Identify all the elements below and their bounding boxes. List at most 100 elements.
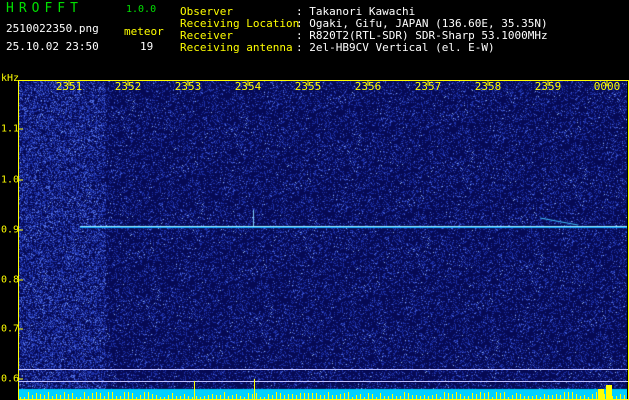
level-bar: [120, 396, 121, 399]
level-bar: [204, 396, 205, 399]
level-bar: [580, 396, 581, 399]
level-bar: [144, 392, 145, 399]
x-tick-label: 2355: [294, 80, 322, 93]
level-bar: [308, 393, 309, 399]
level-bar: [444, 392, 445, 399]
level-bar: [92, 393, 93, 399]
level-bar: [264, 397, 265, 399]
level-bar: [200, 397, 201, 399]
hrofft-window: HROFFT 1.0.0 2510022350.png 25.10.02 23:…: [0, 0, 629, 400]
level-bar: [32, 395, 33, 399]
level-bar: [124, 392, 125, 399]
level-bar: [304, 393, 305, 399]
level-bar: [598, 389, 604, 399]
level-bar: [220, 395, 221, 399]
level-bar: [28, 392, 29, 399]
level-bar: [488, 392, 489, 399]
level-bar: [24, 397, 25, 399]
level-bar: [320, 395, 321, 399]
level-bar: [376, 397, 377, 399]
level-bar: [428, 396, 429, 399]
level-bar: [128, 392, 129, 399]
level-bar: [288, 394, 289, 399]
level-bar: [160, 397, 161, 399]
level-bar: [300, 393, 301, 399]
level-bar: [212, 394, 213, 399]
level-bar: [196, 396, 197, 399]
level-bar: [484, 393, 485, 399]
level-bar: [504, 392, 505, 399]
level-bar: [180, 396, 181, 399]
spectrogram-grid: [18, 80, 629, 400]
level-bar: [612, 396, 613, 399]
level-bar: [340, 394, 341, 399]
level-bar: [460, 394, 461, 399]
level-bar: [216, 395, 217, 399]
level-bar: [572, 392, 573, 399]
level-bar: [208, 395, 209, 399]
level-bar: [188, 396, 189, 399]
level-bar: [512, 395, 513, 399]
level-bar: [36, 393, 37, 399]
level-bar: [592, 394, 593, 399]
level-bar: [244, 397, 245, 399]
level-bar: [360, 394, 361, 399]
level-bar: [588, 397, 589, 399]
level-bar: [152, 394, 153, 399]
level-bar: [492, 397, 493, 399]
level-bar: [76, 397, 77, 399]
level-bar: [48, 392, 49, 399]
level-bar: [552, 395, 553, 399]
level-bar: [132, 393, 133, 399]
level-bar: [436, 394, 437, 399]
level-bar: [272, 395, 273, 399]
level-bar: [148, 392, 149, 399]
level-bar: [80, 397, 81, 399]
level-bar: [616, 396, 617, 399]
level-bar: [192, 397, 193, 399]
level-bar: [112, 392, 113, 399]
x-tick-marks: [68, 81, 608, 86]
level-bar: [292, 394, 293, 399]
level-bar: [268, 394, 269, 399]
level-bar: [164, 397, 165, 399]
level-bar: [380, 393, 381, 399]
level-bar: [348, 392, 349, 399]
y-tick-label: 1.0: [1, 174, 20, 186]
level-bar: [564, 392, 565, 399]
level-bar: [528, 396, 529, 399]
y-unit-label: kHz: [1, 73, 20, 84]
y-tick-label: 0.7: [1, 323, 20, 335]
level-bar: [252, 394, 253, 399]
level-bar: [84, 392, 85, 399]
level-bar: [420, 396, 421, 399]
level-bar: [424, 395, 425, 399]
level-bar: [508, 397, 509, 399]
level-bar: [388, 396, 389, 399]
level-bar: [524, 396, 525, 399]
level-bar: [100, 393, 101, 399]
level-bar: [404, 392, 405, 399]
level-bar: [456, 392, 457, 399]
level-bar: [254, 379, 255, 399]
level-bar: [432, 395, 433, 399]
level-bar: [96, 392, 97, 399]
level-bar: [364, 397, 365, 399]
level-bar: [384, 396, 385, 399]
level-bar: [624, 395, 625, 399]
level-bar: [536, 395, 537, 399]
level-bar: [276, 392, 277, 399]
level-bar: [336, 395, 337, 399]
level-bar: [44, 395, 45, 399]
level-bar: [64, 392, 65, 399]
level-bar: [324, 395, 325, 399]
level-bar: [168, 395, 169, 399]
level-bar: [606, 385, 612, 399]
level-bar: [176, 396, 177, 399]
level-bar: [88, 396, 89, 399]
level-bar: [520, 394, 521, 399]
level-bar: [568, 392, 569, 399]
level-bar: [396, 396, 397, 399]
level-bar: [312, 393, 313, 399]
level-bar: [452, 394, 453, 399]
